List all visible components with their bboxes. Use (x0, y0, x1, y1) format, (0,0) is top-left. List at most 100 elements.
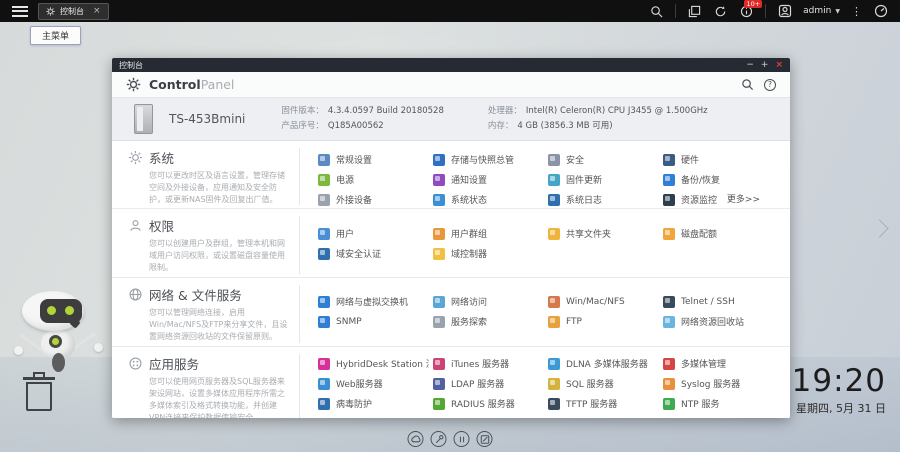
item-label: Win/Mac/NFS (566, 297, 625, 307)
network-virtual-switch-icon (318, 296, 330, 308)
cp-item-external-device[interactable]: 外接设备 (318, 192, 429, 207)
item-label: 服务探索 (451, 315, 487, 328)
sync-icon[interactable] (713, 4, 728, 19)
cp-item-web-server[interactable]: Web服务器 (318, 376, 429, 391)
privilege-user-icon (128, 218, 143, 233)
dock-tools-icon[interactable] (431, 431, 447, 447)
cp-item-win-mac-nfs[interactable]: Win/Mac/NFS (548, 294, 659, 309)
section-applications: 应用服务 您可以使用网页服务器及SQL服务器来架设网站，设置多媒体应用程序所需之… (112, 347, 790, 418)
maximize-icon[interactable]: + (761, 61, 769, 70)
domain-security-icon (318, 248, 330, 260)
cp-item-network-virtual-switch[interactable]: 网络与虚拟交换机 (318, 294, 429, 309)
item-label: RADIUS 服务器 (451, 397, 515, 410)
dashboard-gauge-icon[interactable] (873, 4, 888, 19)
main-menu-icon[interactable] (12, 6, 28, 17)
dock-cloud-icon[interactable] (408, 431, 424, 447)
control-panel-window: 控制台 − + × ControlPanel ? TS-453Bmini 固件版… (112, 58, 790, 418)
cp-item-service-discovery[interactable]: 服务探索 (433, 314, 544, 329)
item-label: 资源监控 (681, 193, 717, 206)
cp-item-tftp-server[interactable]: TFTP 服务器 (548, 396, 659, 411)
system-logs-icon (548, 194, 560, 206)
item-label: 硬件 (681, 153, 699, 166)
network-globe-icon (128, 287, 143, 302)
cp-item-security[interactable]: 安全 (548, 152, 659, 167)
antivirus-icon (318, 398, 330, 410)
multimedia-console-icon (663, 358, 675, 370)
recycle-bin-icon[interactable] (22, 372, 56, 412)
more-link[interactable]: 更多>> (727, 192, 760, 205)
cp-item-quota[interactable]: 磁盘配额 (663, 226, 774, 241)
cp-item-firmware-update[interactable]: 固件更新 (548, 172, 659, 187)
backup-restore-icon (663, 174, 675, 186)
notifications-icon[interactable]: 10+ (739, 4, 754, 19)
section-system: 系统 您可以更改时区及语言设置，管理存储空间及外接设备，应用通知及安全防护，或更… (112, 141, 790, 209)
syslog-server-icon (663, 378, 675, 390)
cp-item-shared-folders[interactable]: 共享文件夹 (548, 226, 659, 241)
item-label: 存储与快照总管 (451, 153, 514, 166)
cp-item-storage-snapshots[interactable]: 存储与快照总管 (433, 152, 544, 167)
cpu-value: Intel(R) Celeron(R) CPU J3455 @ 1.500GHz (526, 104, 708, 119)
close-icon[interactable]: × (775, 61, 783, 70)
item-label: 外接设备 (336, 193, 372, 206)
admin-menu[interactable]: admin ▼ (803, 6, 840, 16)
cp-item-snmp[interactable]: SNMP (318, 314, 429, 329)
cp-item-system-status[interactable]: 系统状态 (433, 192, 544, 207)
cp-item-hardware[interactable]: 硬件 (663, 152, 774, 167)
item-label: TFTP 服务器 (566, 397, 617, 410)
cp-item-users[interactable]: 用户 (318, 226, 429, 241)
cp-item-telnet-ssh[interactable]: Telnet / SSH (663, 294, 774, 309)
minimize-icon[interactable]: − (746, 61, 754, 70)
hybriddesk-station-icon (318, 358, 330, 370)
general-settings-icon (318, 154, 330, 166)
next-desktop-chevron-icon[interactable] (870, 219, 888, 237)
cp-item-domain-security[interactable]: 域安全认证 (318, 246, 429, 261)
search-icon[interactable] (649, 4, 664, 19)
cp-item-antivirus[interactable]: 病毒防护 (318, 396, 429, 411)
user-avatar-icon[interactable] (777, 4, 792, 19)
item-label: 通知设置 (451, 173, 487, 186)
item-label: 常规设置 (336, 153, 372, 166)
cp-item-hybriddesk-station[interactable]: HybridDesk Station 混合桌.. (318, 356, 429, 371)
cp-item-domain-controller[interactable]: 域控制器 (433, 246, 544, 261)
cp-item-sql-server[interactable]: SQL 服务器 (548, 376, 659, 391)
cp-item-backup-restore[interactable]: 备份/恢复 (663, 172, 774, 187)
main-menu-button[interactable]: 主菜单 (30, 26, 81, 45)
section-title: 网络 & 文件服务 (149, 285, 242, 304)
cp-item-user-groups[interactable]: 用户群组 (433, 226, 544, 241)
cp-item-power[interactable]: 电源 (318, 172, 429, 187)
cp-item-multimedia-console[interactable]: 多媒体管理 (663, 356, 774, 371)
tab-close-icon[interactable]: × (93, 6, 101, 16)
cp-item-ldap-server[interactable]: LDAP 服务器 (433, 376, 544, 391)
topbar-divider (675, 4, 676, 18)
control-panel-body: 系统 您可以更改时区及语言设置，管理存储空间及外接设备，应用通知及安全防护，或更… (112, 141, 790, 418)
cp-item-dlna-server[interactable]: DLNA 多媒体服务器 (548, 356, 659, 371)
more-options-icon[interactable]: ⋮ (851, 5, 862, 18)
cp-item-ftp[interactable]: FTP (548, 314, 659, 329)
shared-folders-icon (548, 228, 560, 240)
power-icon (318, 174, 330, 186)
cp-item-system-logs[interactable]: 系统日志 (548, 192, 659, 207)
hardware-icon (663, 154, 675, 166)
system-info-bar: TS-453Bmini 固件版本：4.3.4.0597 Build 201805… (112, 98, 790, 141)
cp-item-radius-server[interactable]: RADIUS 服务器 (433, 396, 544, 411)
user-groups-icon (433, 228, 445, 240)
service-discovery-icon (433, 316, 445, 328)
cp-item-network-recycle-bin[interactable]: 网络资源回收站 (663, 314, 774, 329)
taskbar-tab-control-panel[interactable]: 控制台 × (38, 3, 109, 20)
cp-item-general-settings[interactable]: 常规设置 (318, 152, 429, 167)
dock-compose-icon[interactable] (477, 431, 493, 447)
radius-server-icon (433, 398, 445, 410)
memory-value: 4 GB (3856.3 MB 可用) (517, 119, 612, 134)
background-tasks-icon[interactable] (687, 4, 702, 19)
search-icon[interactable] (741, 78, 754, 91)
dock-pause-icon[interactable] (454, 431, 470, 447)
cp-item-ntp-service[interactable]: NTP 服务 (663, 396, 774, 411)
item-label: HybridDesk Station 混合桌.. (336, 357, 429, 370)
cp-item-network-access[interactable]: 网络访问 (433, 294, 544, 309)
cp-item-syslog-server[interactable]: Syslog 服务器 (663, 376, 774, 391)
cp-item-itunes-server[interactable]: iTunes 服务器 (433, 356, 544, 371)
window-titlebar[interactable]: 控制台 − + × (112, 58, 790, 72)
cp-item-notification[interactable]: 通知设置 (433, 172, 544, 187)
help-icon[interactable]: ? (764, 79, 776, 91)
qnap-mascot[interactable] (14, 291, 104, 375)
